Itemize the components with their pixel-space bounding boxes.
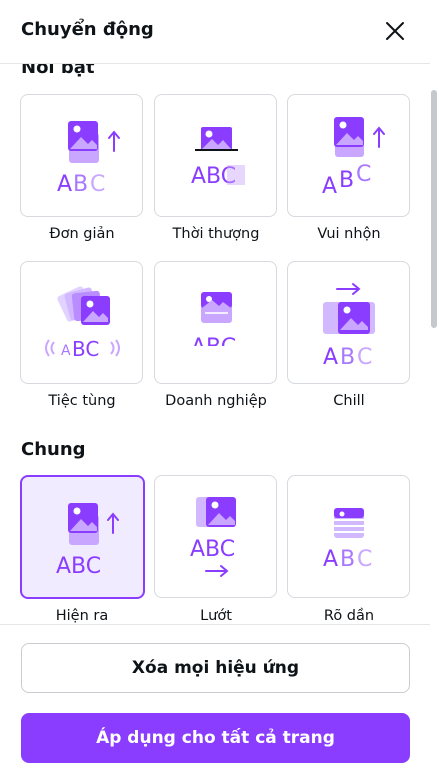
animation-panel: Chuyển động Nổi bật A B C Đơn giản ABC T…	[0, 0, 439, 779]
svg-text:BC: BC	[72, 337, 99, 361]
svg-text:C: C	[357, 345, 372, 370]
svg-text:B: B	[340, 547, 355, 572]
panel-title: Chuyển động	[21, 19, 154, 40]
svg-text:B: B	[339, 168, 354, 193]
svg-text:A: A	[61, 343, 71, 359]
animation-card-party[interactable]: A BC	[20, 261, 143, 384]
animation-list[interactable]: Nổi bật A B C Đơn giản ABC Thời thượng A…	[0, 64, 430, 624]
svg-text:ABC: ABC	[190, 537, 235, 562]
section-title-featured: Nổi bật	[21, 64, 95, 78]
svg-text:A: A	[323, 345, 338, 370]
panel-header: Chuyển động	[0, 0, 439, 62]
animation-card-fade[interactable]: A B C	[287, 475, 410, 598]
svg-text:C: C	[90, 172, 105, 197]
animation-card-simple[interactable]: A B C	[20, 94, 143, 217]
animation-label-rise: Hiện ra	[55, 608, 109, 624]
animation-label-simple: Đơn giản	[49, 226, 115, 242]
animation-label-chill: Chill	[333, 393, 365, 409]
svg-text:ABC: ABC	[56, 554, 101, 579]
close-button[interactable]	[381, 17, 409, 45]
svg-text:C: C	[356, 162, 371, 187]
animation-card-business[interactable]: ABC	[154, 261, 277, 384]
animation-card-pan[interactable]: ABC	[154, 475, 277, 598]
business-animation-icon: ABC	[189, 292, 245, 360]
pan-animation-icon: ABC	[190, 497, 236, 577]
animation-label-trendy: Thời thượng	[172, 226, 260, 242]
simple-animation-icon: A B C	[57, 121, 120, 197]
animation-card-chill[interactable]: A B C	[287, 261, 410, 384]
svg-text:A: A	[57, 172, 72, 197]
trendy-animation-icon: ABC	[191, 127, 245, 189]
footer-divider	[0, 624, 430, 625]
playful-animation-icon: A B C	[322, 117, 385, 199]
animation-label-fade: Rõ dần	[323, 608, 375, 624]
apply-to-all-pages-button[interactable]: Áp dụng cho tất cả trang	[21, 713, 410, 763]
party-animation-icon: A BC	[45, 286, 120, 361]
svg-text:A: A	[323, 547, 338, 572]
scrollbar-thumb[interactable]	[431, 90, 437, 328]
section-title-general: Chung	[21, 439, 86, 460]
animation-label-party: Tiệc tùng	[48, 393, 116, 409]
animation-card-rise[interactable]: ABC	[20, 475, 145, 599]
svg-text:B: B	[73, 172, 88, 197]
svg-text:B: B	[340, 345, 355, 370]
animation-label-business: Doanh nghiệp	[165, 393, 267, 409]
rise-animation-icon: ABC	[56, 503, 119, 579]
chill-animation-icon: A B C	[323, 283, 375, 370]
animation-label-playful: Vui nhộn	[317, 226, 381, 242]
svg-text:C: C	[357, 547, 372, 572]
animation-card-playful[interactable]: A B C	[287, 94, 410, 217]
clear-all-effects-label: Xóa mọi hiệu ứng	[131, 658, 300, 678]
svg-text:A: A	[322, 174, 337, 199]
clear-all-effects-button[interactable]: Xóa mọi hiệu ứng	[21, 643, 410, 693]
animation-card-trendy[interactable]: ABC	[154, 94, 277, 217]
fade-animation-icon: A B C	[323, 508, 372, 572]
apply-to-all-pages-label: Áp dụng cho tất cả trang	[96, 728, 335, 748]
close-icon	[386, 22, 404, 40]
animation-label-pan: Lướt	[200, 608, 232, 624]
